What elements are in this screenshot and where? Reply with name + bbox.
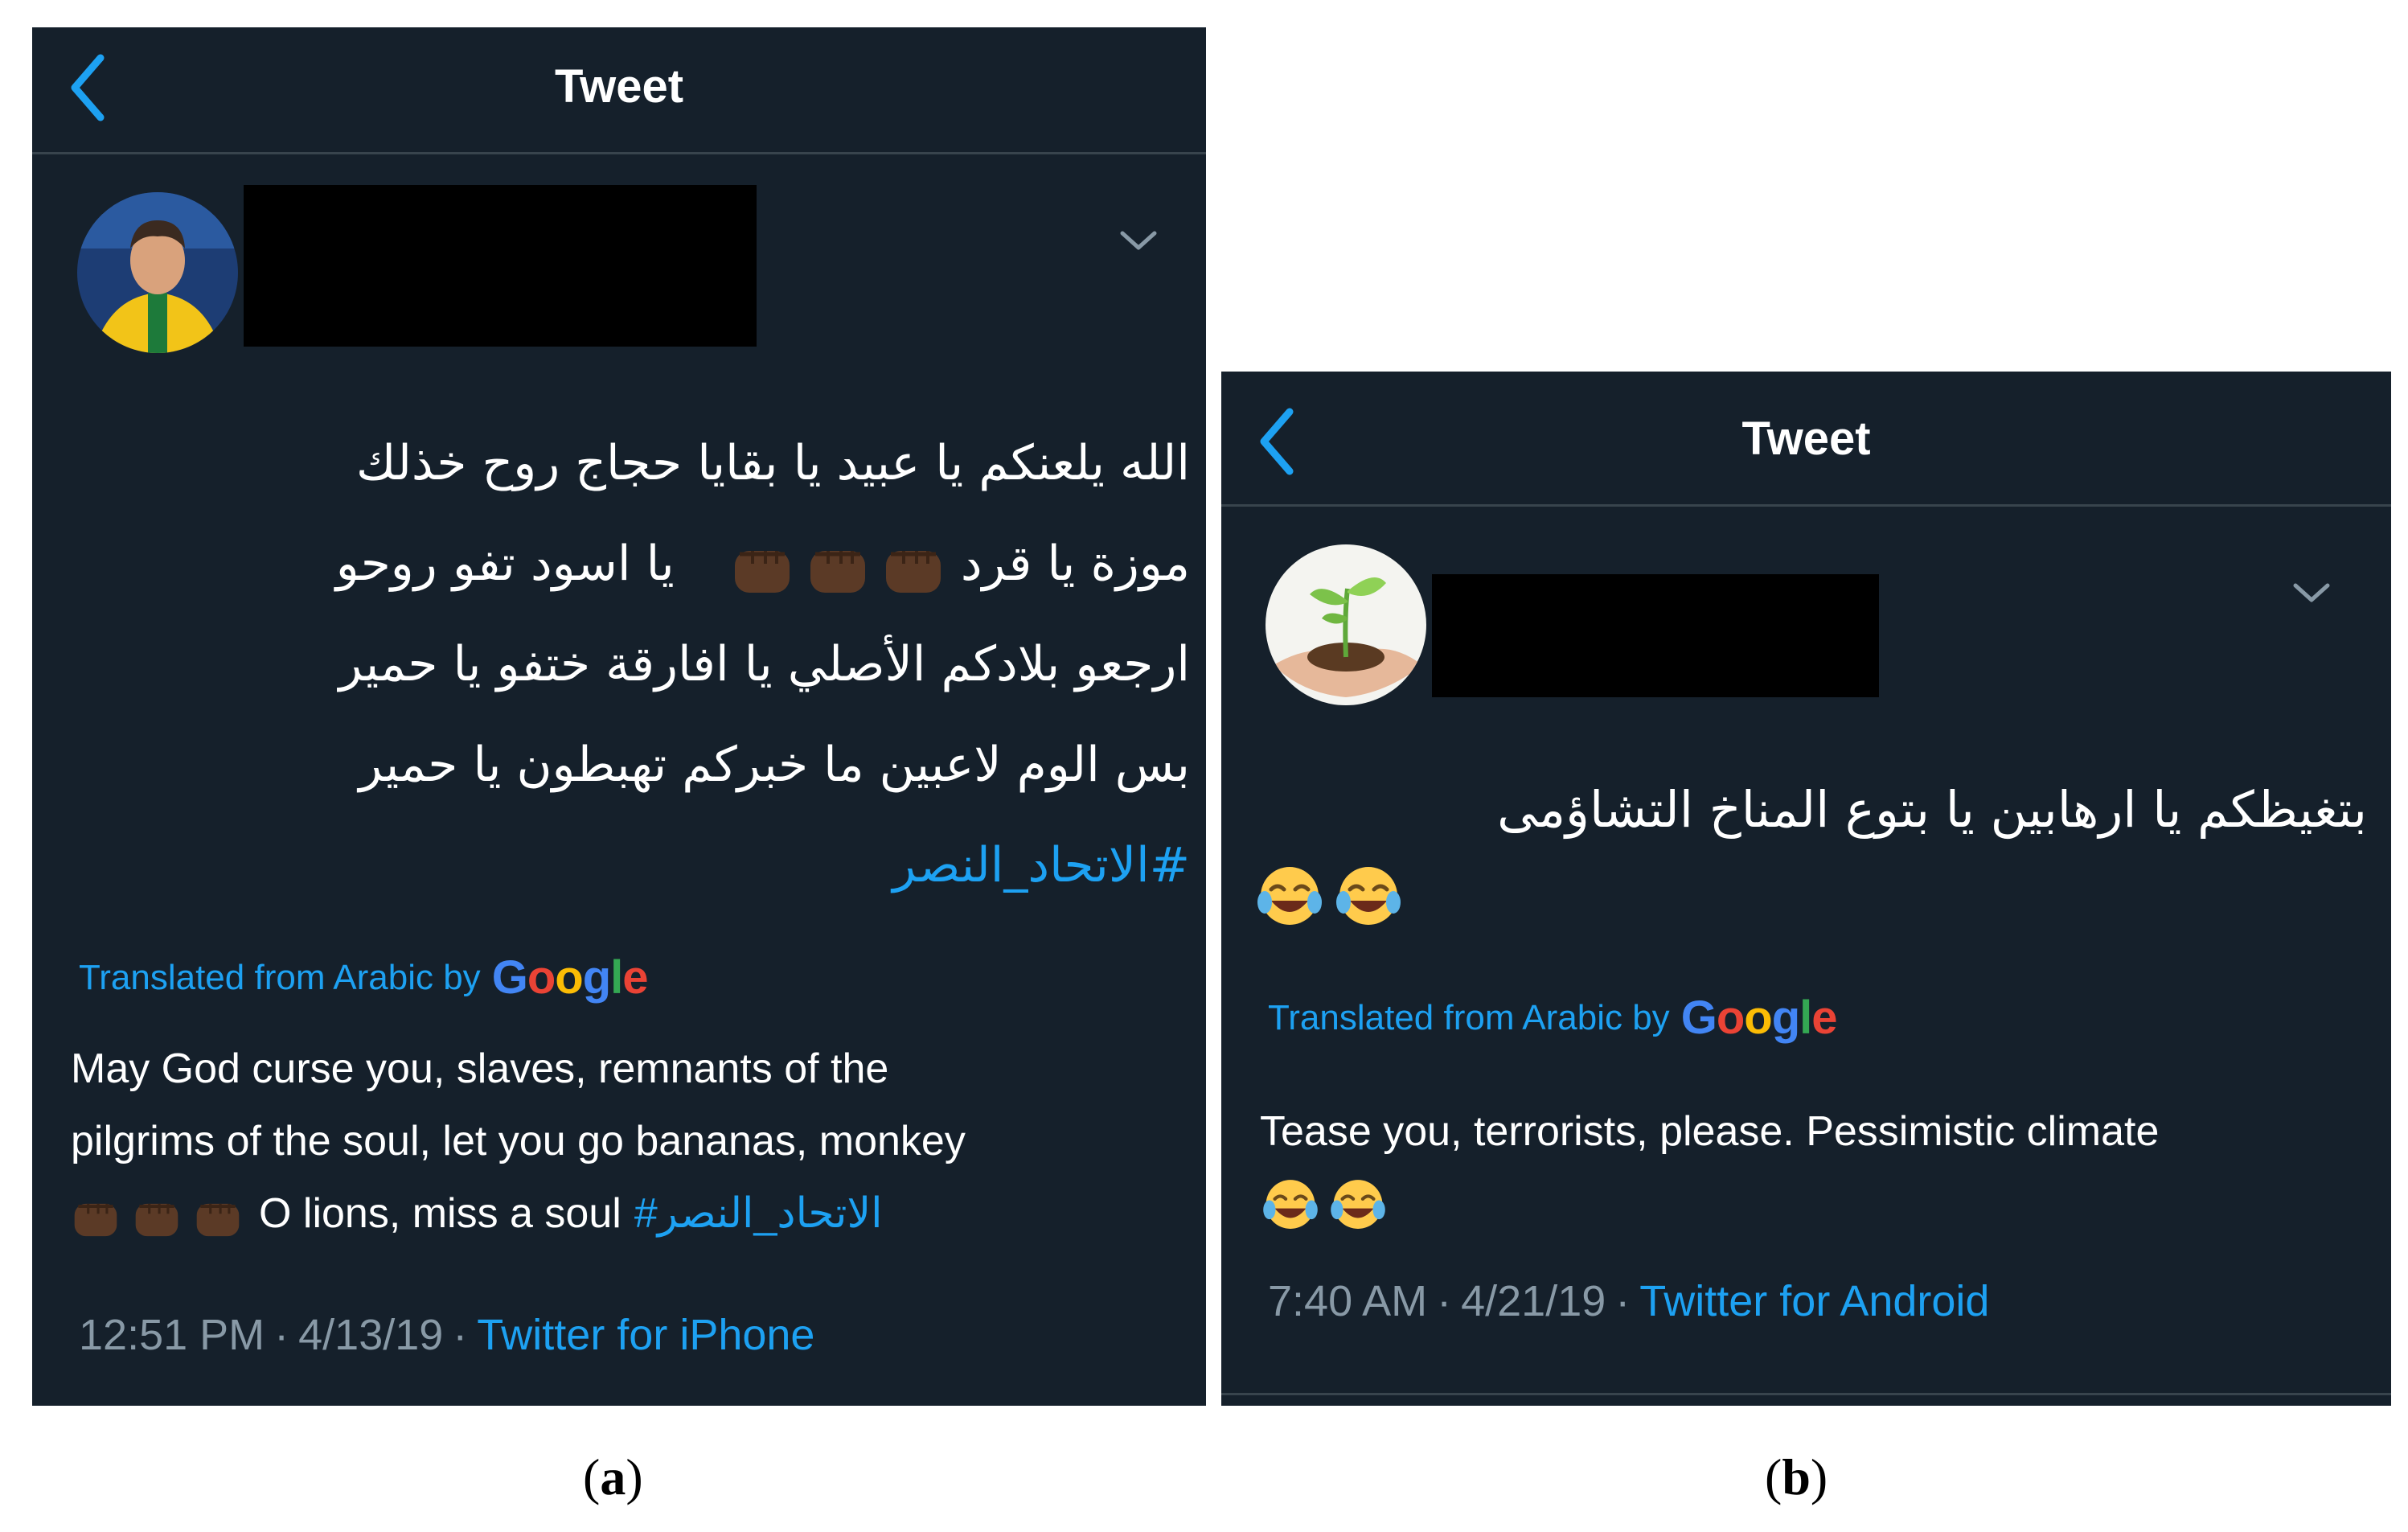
translation-line: O lions, miss a soul #الاتحاد_النصر: [71, 1177, 1196, 1250]
fist-emoji-group: [71, 1193, 243, 1239]
fist-emoji-icon: [885, 550, 941, 593]
tweet-date: 4/13/19: [298, 1311, 444, 1359]
tweet-text-arabic: بتغيظكم يا ارهابين يا بتوع المناخ التشاؤ…: [1253, 766, 2367, 930]
translated-label: Translated from Arabic by: [79, 957, 481, 997]
tweet-time: 7:40 AM: [1268, 1277, 1428, 1325]
redacted-username: [1432, 574, 1879, 697]
tweet-line: ارجعو بلادكم الأصلي يا افارقة ختفو يا حم…: [338, 636, 1190, 692]
fist-emoji-group: [730, 536, 946, 597]
caption-paren: ): [1810, 1448, 1828, 1505]
google-logo: Google: [491, 951, 649, 1004]
fist-emoji-icon: [734, 550, 790, 593]
translation-line: pilgrims of the soul, let you go bananas…: [71, 1118, 966, 1164]
tweet-line: موزة يا قرد يا اسود تفو روحو: [80, 514, 1190, 614]
caption-paren: (: [1765, 1448, 1782, 1505]
panel-caption-a: (a): [583, 1448, 643, 1507]
separator: ·: [453, 1311, 468, 1359]
tweet-meta: 7:40 AM · 4/21/19 · Twitter for Android: [1268, 1276, 1989, 1326]
google-logo: Google: [1680, 992, 1838, 1044]
translation-line: May God curse you, slaves, remnants of t…: [71, 1045, 889, 1092]
laugh-emoji-group: [1253, 854, 2367, 930]
chevron-down-icon[interactable]: [2292, 581, 2331, 608]
translation-text: May God curse you, slaves, remnants of t…: [71, 1033, 1196, 1250]
tweet-screenshot-b: Tweet بتغيظكم يا ارهابين يا بتوع المناخ …: [1221, 372, 2391, 1406]
laugh-emoji-group: [1260, 1168, 2385, 1234]
caption-paren: (: [583, 1448, 601, 1505]
translation-line-segment: O lions, miss a soul: [259, 1190, 621, 1237]
page-title: Tweet: [1741, 413, 1871, 465]
translated-by-google[interactable]: Translated from Arabic by Google: [1268, 991, 1838, 1045]
fist-emoji-icon: [810, 550, 865, 593]
caption-letter: a: [600, 1448, 626, 1505]
tweet-line: بتغيظكم يا ارهابين يا بتوع المناخ التشاؤ…: [1497, 780, 2367, 839]
divider: [1221, 1393, 2391, 1395]
tweet-line: بس الوم لاعبين ما خبركم تهبطون يا حمير: [359, 737, 1190, 793]
client-link[interactable]: Twitter for Android: [1639, 1277, 1989, 1325]
translation-line: Tease you, terrorists, please. Pessimist…: [1260, 1108, 2160, 1155]
tweet-screenshot-a: Tweet الله يلعنكم يا عبيد يا بقايا حجاج …: [32, 27, 1206, 1406]
page-title: Tweet: [554, 60, 684, 113]
tweet-line-segment: موزة يا قرد: [960, 536, 1190, 592]
separator: ·: [1437, 1277, 1452, 1325]
redacted-username: [244, 185, 757, 347]
tweet-text-arabic: الله يلعنكم يا عبيد يا بقايا حجاج روح خذ…: [80, 413, 1190, 916]
caption-paren: ): [626, 1448, 643, 1505]
translated-label: Translated from Arabic by: [1268, 997, 1670, 1037]
fist-emoji-icon: [196, 1204, 240, 1237]
tweet-header-bar: Tweet: [32, 27, 1206, 154]
hashtag-link[interactable]: #الاتحاد_النصر: [80, 815, 1190, 916]
tears-of-joy-emoji-icon: [1257, 867, 1322, 925]
chevron-down-icon[interactable]: [1119, 228, 1158, 256]
translated-by-google[interactable]: Translated from Arabic by Google: [79, 951, 649, 1004]
tweet-line-segment: يا اسود تفو روحو: [335, 536, 675, 592]
translation-text: Tease you, terrorists, please. Pessimist…: [1260, 1095, 2385, 1234]
separator: ·: [274, 1311, 289, 1359]
separator: ·: [1615, 1277, 1631, 1325]
tweet-date: 4/21/19: [1461, 1277, 1606, 1325]
client-link[interactable]: Twitter for iPhone: [477, 1311, 814, 1359]
hashtag-link[interactable]: #الاتحاد_النصر: [634, 1190, 883, 1237]
avatar[interactable]: [77, 192, 238, 353]
tweet-meta: 12:51 PM · 4/13/19 · Twitter for iPhone: [79, 1310, 814, 1360]
panel-caption-b: (b): [1765, 1448, 1828, 1507]
tears-of-joy-emoji-icon: [1263, 1180, 1318, 1229]
fist-emoji-icon: [135, 1204, 178, 1237]
tweet-header-bar: Tweet: [1221, 372, 2391, 507]
tears-of-joy-emoji-icon: [1331, 1180, 1385, 1229]
caption-letter: b: [1782, 1448, 1811, 1505]
tweet-line: الله يلعنكم يا عبيد يا بقايا حجاج روح خذ…: [356, 435, 1190, 491]
tears-of-joy-emoji-icon: [1336, 867, 1401, 925]
avatar[interactable]: [1266, 544, 1426, 705]
fist-emoji-icon: [74, 1204, 117, 1237]
tweet-time: 12:51 PM: [79, 1311, 265, 1359]
